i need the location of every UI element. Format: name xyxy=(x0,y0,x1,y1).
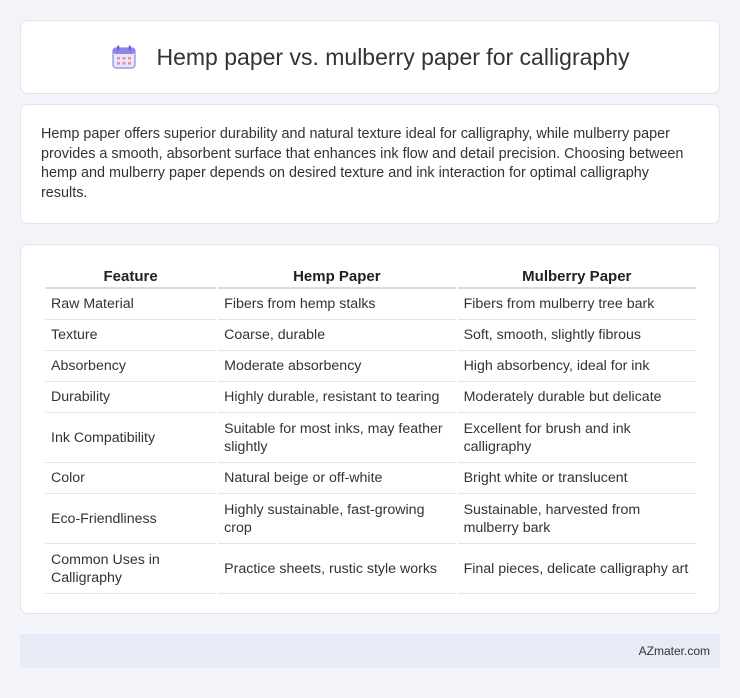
footer-brand: AZmater.com xyxy=(638,644,710,658)
mulberry-cell: High absorbency, ideal for ink xyxy=(457,351,696,382)
hemp-cell: Highly durable, resistant to tearing xyxy=(218,382,456,413)
feature-cell: Durability xyxy=(45,382,217,413)
mulberry-cell: Sustainable, harvested from mulberry bar… xyxy=(457,494,696,544)
title-card: Hemp paper vs. mulberry paper for callig… xyxy=(20,20,720,94)
hemp-cell: Suitable for most inks, may feather slig… xyxy=(218,413,456,463)
mulberry-cell: Moderately durable but delicate xyxy=(457,382,696,413)
summary-card: Hemp paper offers superior durability an… xyxy=(20,104,720,224)
feature-cell: Texture xyxy=(45,320,217,351)
table-row: Common Uses in Calligraphy Practice shee… xyxy=(45,544,696,594)
mulberry-cell: Soft, smooth, slightly fibrous xyxy=(457,320,696,351)
hemp-cell: Fibers from hemp stalks xyxy=(218,289,456,320)
mulberry-cell: Fibers from mulberry tree bark xyxy=(457,289,696,320)
hemp-cell: Natural beige or off-white xyxy=(218,463,456,494)
feature-cell: Eco-Friendliness xyxy=(45,494,217,544)
feature-cell: Color xyxy=(45,463,217,494)
feature-cell: Absorbency xyxy=(45,351,217,382)
table-row: Raw Material Fibers from hemp stalks Fib… xyxy=(45,289,696,320)
feature-cell: Raw Material xyxy=(45,289,217,320)
calendar-icon xyxy=(111,44,137,70)
table-header-row: Feature Hemp Paper Mulberry Paper xyxy=(45,264,696,289)
comparison-table: Feature Hemp Paper Mulberry Paper Raw Ma… xyxy=(43,264,698,594)
table-row: Absorbency Moderate absorbency High abso… xyxy=(45,351,696,382)
hemp-cell: Highly sustainable, fast-growing crop xyxy=(218,494,456,544)
summary-text: Hemp paper offers superior durability an… xyxy=(41,126,684,201)
title-wrap: Hemp paper vs. mulberry paper for callig… xyxy=(111,43,630,71)
mulberry-cell: Final pieces, delicate calligraphy art xyxy=(457,544,696,594)
hemp-cell: Practice sheets, rustic style works xyxy=(218,544,456,594)
table-row: Durability Highly durable, resistant to … xyxy=(45,382,696,413)
table-row: Texture Coarse, durable Soft, smooth, sl… xyxy=(45,320,696,351)
page-title: Hemp paper vs. mulberry paper for callig… xyxy=(156,43,630,70)
header-hemp-paper: Hemp Paper xyxy=(218,264,456,289)
hemp-cell: Moderate absorbency xyxy=(218,351,456,382)
table-row: Ink Compatibility Suitable for most inks… xyxy=(45,413,696,463)
mulberry-cell: Excellent for brush and ink calligraphy xyxy=(457,413,696,463)
hemp-cell: Coarse, durable xyxy=(218,320,456,351)
table-row: Eco-Friendliness Highly sustainable, fas… xyxy=(45,494,696,544)
feature-cell: Common Uses in Calligraphy xyxy=(45,544,217,594)
comparison-table-card: Feature Hemp Paper Mulberry Paper Raw Ma… xyxy=(20,244,720,614)
footer-bar: AZmater.com xyxy=(20,634,720,668)
header-mulberry-paper: Mulberry Paper xyxy=(457,264,696,289)
header-feature: Feature xyxy=(45,264,217,289)
mulberry-cell: Bright white or translucent xyxy=(457,463,696,494)
feature-cell: Ink Compatibility xyxy=(45,413,217,463)
table-row: Color Natural beige or off-white Bright … xyxy=(45,463,696,494)
